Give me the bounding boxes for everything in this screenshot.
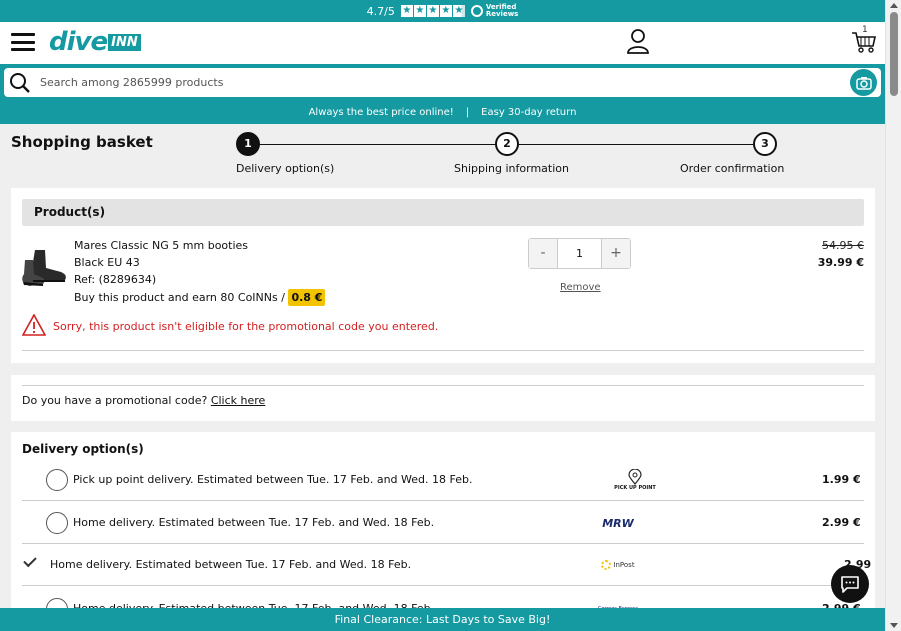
menu-icon[interactable] xyxy=(11,33,35,51)
coins-value-badge: 0.8 € xyxy=(288,289,326,306)
step-2-label: Shipping information xyxy=(454,162,569,175)
benefits-strip: Always the best price online! | Easy 30-… xyxy=(0,100,885,124)
verified-icon xyxy=(470,5,483,17)
qty-minus-button[interactable]: - xyxy=(529,239,557,268)
scroll-up-arrow[interactable] xyxy=(890,3,898,8)
scroll-down-arrow[interactable] xyxy=(890,623,898,628)
cart-icon[interactable] xyxy=(851,28,877,54)
scrollbar-thumb[interactable] xyxy=(890,12,898,96)
delivery-radio[interactable] xyxy=(46,512,68,534)
qty-plus-button[interactable]: + xyxy=(602,239,630,268)
product-name[interactable]: Mares Classic NG 5 mm booties xyxy=(74,239,248,252)
step-1-label: Delivery option(s) xyxy=(236,162,335,175)
coins-text: Buy this product and earn 80 CoINNs / xyxy=(74,291,285,304)
coins-info: Buy this product and earn 80 CoINNs / 0.… xyxy=(74,289,326,306)
delivery-radio[interactable] xyxy=(46,469,68,491)
product-image[interactable] xyxy=(21,248,69,290)
carrier-name: MRW xyxy=(602,516,634,530)
divider xyxy=(22,385,864,386)
delivery-option-pickup[interactable]: Pick up point delivery. Estimated betwee… xyxy=(22,460,864,501)
pickup-pin-icon xyxy=(628,469,642,485)
star-icon: ★ xyxy=(400,5,413,17)
remove-link[interactable]: Remove xyxy=(560,282,601,293)
site-header: dive INN 1 xyxy=(0,22,885,64)
search-icon[interactable] xyxy=(9,72,31,94)
diveinn-logo[interactable]: dive INN xyxy=(49,27,141,57)
step-3-label: Order confirmation xyxy=(680,162,785,175)
carrier-name: PICK UP POINT xyxy=(614,485,656,491)
selected-check-icon xyxy=(23,553,37,568)
qty-value[interactable]: 1 xyxy=(557,239,602,268)
warning-icon xyxy=(22,314,46,336)
price-original: 54.95 € xyxy=(822,239,864,252)
product-ref: Ref: (8289634) xyxy=(74,273,157,286)
delivery-options-title: Delivery option(s) xyxy=(22,442,144,456)
reviews-label: Reviews xyxy=(485,10,519,18)
chat-button[interactable] xyxy=(831,565,869,603)
mrw-logo: MRW xyxy=(588,510,648,536)
carrier-name: InPost xyxy=(613,561,635,569)
camera-icon xyxy=(855,76,872,90)
star-icon: ★ xyxy=(413,5,426,17)
chat-icon xyxy=(841,576,859,593)
search-box xyxy=(4,68,881,97)
step-2-marker: 2 xyxy=(495,132,519,156)
delivery-option-text: Pick up point delivery. Estimated betwee… xyxy=(73,473,473,486)
inpost-logo: InPost xyxy=(588,552,648,578)
delivery-options-card: Delivery option(s) Pick up point deliver… xyxy=(11,432,875,631)
product-variant: Black EU 43 xyxy=(74,256,140,269)
delivery-option-inpost[interactable]: Home delivery. Estimated between Tue. 17… xyxy=(22,545,871,586)
rating-stars: ★ ★ ★ ★ ★ xyxy=(400,5,465,17)
verified-reviews-badge: Verified Reviews xyxy=(470,4,519,18)
quantity-stepper: - 1 + xyxy=(528,238,631,269)
scrollbar[interactable] xyxy=(885,0,901,631)
star-icon: ★ xyxy=(439,5,452,17)
star-icon: ★ xyxy=(426,5,439,17)
promo-code-row: Do you have a promotional code? Click he… xyxy=(22,394,265,407)
logo-inn: INN xyxy=(108,33,141,51)
clearance-banner[interactable]: Final Clearance: Last Days to Save Big! xyxy=(0,608,885,631)
delivery-price: 1.99 € xyxy=(822,473,861,486)
search-bar xyxy=(0,64,885,100)
product-card: Product(s) Mares Classic NG 5 mm booties… xyxy=(11,188,875,363)
step-3-marker: 3 xyxy=(753,132,777,156)
promo-warning-text: Sorry, this product isn't eligible for t… xyxy=(53,320,439,333)
promo-code-card: Do you have a promotional code? Click he… xyxy=(11,375,875,421)
delivery-price: 2.99 € xyxy=(822,516,861,529)
price-current: 39.99 € xyxy=(817,256,864,269)
promo-code-question: Do you have a promotional code? xyxy=(22,394,208,407)
pickup-point-logo: PICK UP POINT xyxy=(605,467,665,493)
rating-score: 4.7/5 xyxy=(366,4,395,18)
search-input[interactable] xyxy=(40,72,820,92)
inpost-icon xyxy=(601,560,612,570)
divider xyxy=(22,350,864,351)
logo-dive: dive xyxy=(49,27,108,57)
step-1-marker: 1 xyxy=(236,132,260,156)
best-price-text: Always the best price online! xyxy=(308,106,454,118)
promo-code-link[interactable]: Click here xyxy=(211,394,266,407)
camera-search-button[interactable] xyxy=(850,69,877,96)
delivery-option-text: Home delivery. Estimated between Tue. 17… xyxy=(73,516,435,529)
star-icon: ★ xyxy=(452,5,465,17)
page: 4.7/5 ★ ★ ★ ★ ★ Verified Reviews dive IN… xyxy=(0,0,885,631)
easy-return-text: Easy 30-day return xyxy=(481,106,577,118)
delivery-option-text: Home delivery. Estimated between Tue. 17… xyxy=(50,558,412,571)
page-title: Shopping basket xyxy=(11,133,153,151)
products-header: Product(s) xyxy=(22,199,864,226)
benefits-separator: | xyxy=(465,106,470,118)
delivery-option-mrw[interactable]: Home delivery. Estimated between Tue. 17… xyxy=(22,503,864,544)
user-icon[interactable] xyxy=(626,28,650,54)
rating-bar[interactable]: 4.7/5 ★ ★ ★ ★ ★ Verified Reviews xyxy=(0,0,885,22)
